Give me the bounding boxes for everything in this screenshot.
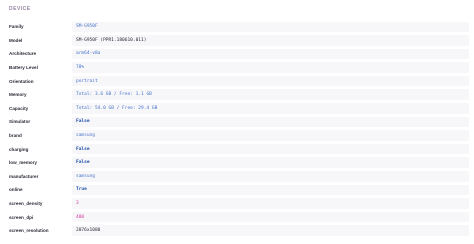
row-key: low_memory — [9, 160, 38, 166]
row-value: False — [76, 119, 90, 125]
row-value-cell: 480 — [72, 211, 469, 223]
table-row: Architecture arm64-v8a — [0, 47, 474, 61]
row-value-cell: Total: 3.6 GB / Free: 1.1 GB — [72, 89, 469, 101]
table-row: Battery Level 78% — [0, 61, 474, 75]
table-row: low_memory False — [0, 156, 474, 170]
row-key: Capacity — [9, 105, 29, 111]
row-value: samsung — [76, 173, 95, 179]
row-value-cell: SM-G950F — [72, 21, 469, 33]
table-row: Memory Total: 3.6 GB / Free: 1.1 GB — [0, 88, 474, 102]
row-key: Family — [9, 24, 24, 30]
row-value-cell: False — [72, 143, 469, 155]
row-value: 3 — [76, 201, 79, 207]
row-value: 2076x1080 — [76, 228, 101, 234]
row-value-cell: portrait — [72, 75, 469, 87]
row-value-cell: samsung — [72, 171, 469, 182]
row-value: True — [76, 187, 87, 193]
table-row: screen_density 3 — [0, 197, 474, 211]
row-key: brand — [9, 133, 22, 139]
row-value: Total: 54.0 GB / Free: 29.4 GB — [76, 105, 158, 111]
row-key: Simulator — [9, 119, 31, 125]
table-row: screen_dpi 480 — [0, 210, 474, 224]
row-value-cell: False — [72, 157, 469, 169]
table-row: manufacturer samsung — [0, 170, 474, 184]
table-row: Model SM-G950F (PPR1.180610.011) — [0, 34, 474, 48]
table-row: Capacity Total: 54.0 GB / Free: 29.4 GB — [0, 102, 474, 116]
row-key: screen_density — [9, 201, 43, 207]
table-row: Simulator False — [0, 115, 474, 129]
row-key: screen_dpi — [9, 214, 34, 220]
row-value: 78% — [76, 65, 85, 71]
row-value-cell: arm64-v8a — [72, 48, 469, 60]
row-value: False — [76, 160, 90, 166]
row-value-cell: Total: 54.0 GB / Free: 29.4 GB — [72, 103, 469, 114]
row-key: manufacturer — [9, 173, 39, 179]
table-row: brand samsung — [0, 129, 474, 143]
row-key: charging — [9, 146, 29, 152]
row-key: Architecture — [9, 51, 37, 57]
row-value-cell: samsung — [72, 130, 469, 141]
table-row: charging False — [0, 142, 474, 156]
row-value: Total: 3.6 GB / Free: 1.1 GB — [76, 92, 152, 98]
row-value-cell: 3 — [72, 198, 469, 209]
row-value: 480 — [76, 214, 85, 220]
section-title: DEVICE — [9, 6, 31, 12]
row-key: Orientation — [9, 78, 34, 84]
row-value-cell: True — [72, 184, 469, 196]
table-row: screen_resolution 2076x1080 — [0, 224, 474, 238]
row-key: Model — [9, 37, 23, 43]
device-context-table: Family SM-G950F Model SM-G950F (PPR1.180… — [0, 20, 474, 238]
row-value-cell: False — [72, 116, 469, 128]
row-key: online — [9, 187, 23, 193]
row-value: arm64-v8a — [76, 51, 101, 57]
row-value-cell: SM-G950F (PPR1.180610.011) — [72, 35, 469, 46]
row-value: portrait — [76, 78, 98, 84]
row-key: Battery Level — [9, 65, 38, 71]
table-row: Family SM-G950F — [0, 20, 474, 34]
row-value-cell: 2076x1080 — [72, 225, 469, 236]
row-value-cell: 78% — [72, 62, 469, 73]
row-key: Memory — [9, 92, 27, 98]
row-value: samsung — [76, 133, 95, 139]
row-value: SM-G950F — [76, 24, 98, 30]
row-value: SM-G950F (PPR1.180610.011) — [76, 37, 147, 43]
row-key: screen_resolution — [9, 228, 49, 234]
row-value: False — [76, 146, 90, 152]
table-row: online True — [0, 183, 474, 197]
table-row: Orientation portrait — [0, 74, 474, 88]
